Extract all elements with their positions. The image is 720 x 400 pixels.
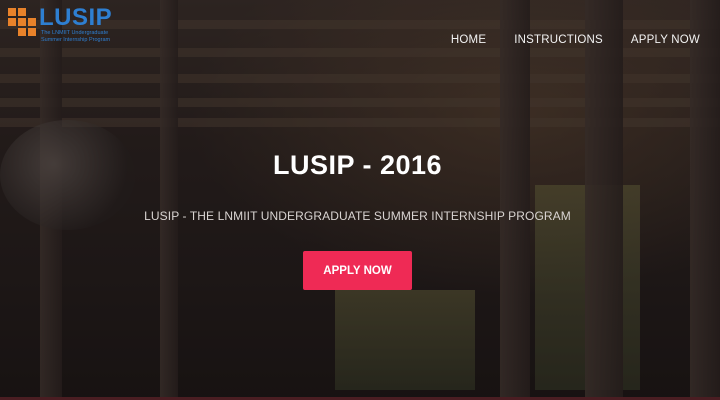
hero-subtitle: LUSIP - THE LNMIIT UNDERGRADUATE SUMMER … bbox=[144, 209, 571, 223]
logo-text: LUSIP The LNMIIT Undergraduate Summer In… bbox=[39, 6, 112, 43]
logo-subtitle: The LNMIIT Undergraduate Summer Internsh… bbox=[41, 30, 111, 43]
main-nav: HOME INSTRUCTIONS APPLY NOW bbox=[451, 34, 700, 46]
hero-section: LUSIP The LNMIIT Undergraduate Summer In… bbox=[0, 0, 720, 400]
dark-overlay bbox=[0, 0, 720, 400]
nav-instructions-link[interactable]: INSTRUCTIONS bbox=[514, 34, 603, 46]
logo-squares-icon bbox=[8, 8, 36, 36]
site-logo[interactable]: LUSIP The LNMIIT Undergraduate Summer In… bbox=[8, 6, 112, 43]
hero-title: LUSIP - 2016 bbox=[272, 150, 443, 180]
logo-title: LUSIP bbox=[39, 4, 113, 31]
nav-apply-now-link[interactable]: APPLY NOW bbox=[631, 34, 700, 46]
apply-now-button[interactable]: APPLY NOW bbox=[303, 251, 412, 290]
nav-home-link[interactable]: HOME bbox=[451, 34, 486, 46]
